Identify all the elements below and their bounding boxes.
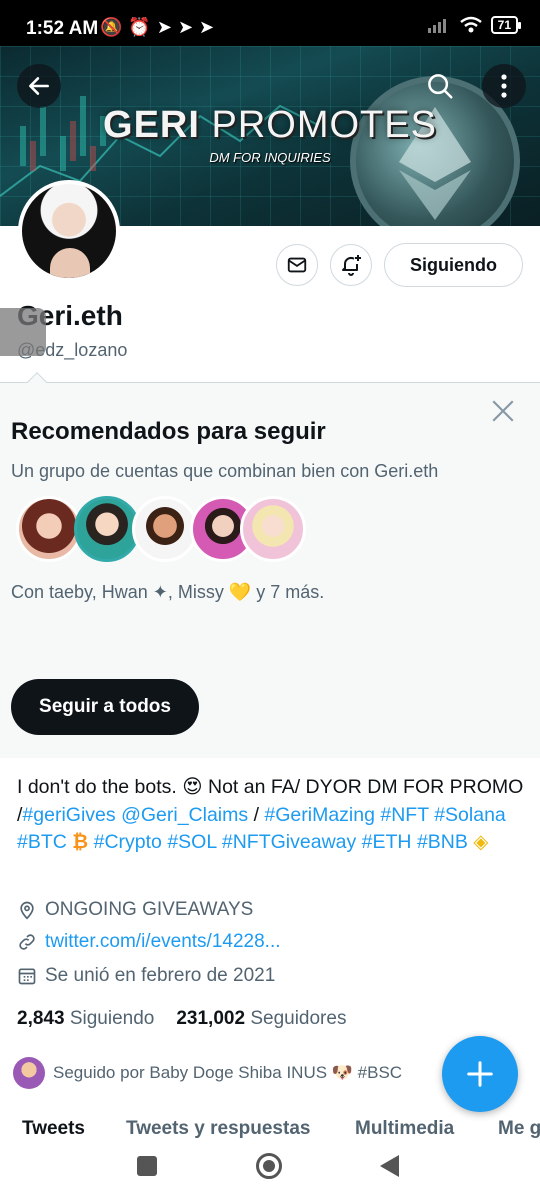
battery-icon: 71 [490,16,522,34]
message-button[interactable] [276,244,318,286]
website-link[interactable]: twitter.com/i/events/14228... [45,931,281,953]
tab-tweets-replies[interactable]: Tweets y respuestas [126,1118,310,1138]
hashtag-link[interactable]: #Solana [434,804,506,826]
floating-side-handle[interactable] [0,308,46,356]
notifications-button[interactable] [330,244,372,286]
avatar-figure [50,248,90,278]
back-nav-button[interactable] [380,1155,399,1177]
hashtag-link[interactable]: #NFTGiveaway [222,831,356,853]
hashtag-link[interactable]: #GeriMazing [264,804,375,826]
hashtag-link[interactable]: #SOL [167,831,216,853]
location-text: ONGOING GIVEAWAYS [45,899,254,920]
more-vertical-icon [501,74,507,98]
hashtag-link[interactable]: #NFT [380,804,428,826]
followers-label: Seguidores [250,1008,347,1029]
tab-likes[interactable]: Me gusta [498,1118,540,1138]
avatar [240,496,306,562]
arrow-left-icon [29,77,49,95]
telegram-icon: ➤ [156,17,172,37]
bio-separator: / [253,803,259,826]
following-count: 2,843 [17,1008,65,1029]
system-navigation-bar [0,1138,540,1200]
profile-stats: 2,843 Siguiendo 231,002 Seguidores [17,1008,346,1030]
recommendations-description: Un grupo de cuentas que combinan bien co… [11,461,439,481]
avatar [132,496,198,562]
link-icon [19,934,35,950]
close-icon [492,400,514,422]
telegram-icon: ➤ [177,17,194,37]
followed-by-row[interactable]: Seguido por Baby Doge Shiba INUS 🐶 #BSC [13,1057,402,1089]
bitcoin-icon: ₿ [72,831,89,853]
profile-location: ONGOING GIVEAWAYS [17,899,253,921]
recommendations-title: Recomendados para seguir [11,418,326,445]
profile-website: twitter.com/i/events/14228... [17,931,281,953]
tab-media[interactable]: Multimedia [355,1118,454,1138]
telegram-icon: ➤ [199,17,215,37]
plus-icon [467,1061,493,1087]
hashtag-link[interactable]: #BTC [17,831,67,853]
compose-tweet-button[interactable] [442,1036,518,1112]
followers-count: 231,002 [176,1008,246,1029]
hashtag-link[interactable]: #BNB [417,831,468,853]
close-recommendations-button[interactable] [490,398,516,424]
following-label: Siguiendo [69,1008,155,1029]
follow-all-button[interactable]: Seguir a todos [11,679,199,735]
profile-joined: Se unió en febrero de 2021 [17,965,275,987]
mention-link[interactable]: @Geri_Claims [121,804,248,826]
tab-tweets[interactable]: Tweets [22,1118,85,1138]
hashtag-link[interactable]: #Crypto [94,831,162,853]
followed-by-text: Seguido por Baby Doge Shiba INUS 🐶 #BSC [53,1063,403,1082]
signal-icon [427,19,446,33]
mute-icon: 🔕 [100,17,123,37]
profile-bio: I don't do the bots. 😍 Not an FA/ DYOR D… [17,774,527,857]
following-button[interactable]: Siguiendo [384,243,523,287]
recent-apps-button[interactable] [137,1156,157,1176]
banner-title-light: PROMOTES [211,104,437,146]
banner-subtitle: DM FOR INQUIRIES [209,150,331,165]
hashtag-link[interactable]: #geriGives [22,804,115,826]
wifi-icon [459,16,482,33]
calendar-icon [18,968,36,985]
avatar [13,1057,45,1089]
home-button[interactable] [256,1153,282,1179]
followers-stat[interactable]: 231,002 Seguidores [176,1008,346,1030]
alarm-icon: ⏰ [128,17,151,37]
recommendations-followed-by: Con taeby, Hwan ✦, Missy 💛 y 7 más. [11,582,325,602]
status-time: 1:52 AM [26,18,99,39]
more-options-button[interactable] [482,64,526,108]
recommended-avatars[interactable] [16,496,316,566]
back-button[interactable] [17,64,61,108]
joined-text: Se unió en febrero de 2021 [45,965,276,986]
hashtag-link[interactable]: #ETH [362,831,412,853]
following-stat[interactable]: 2,843 Siguiendo [17,1008,154,1030]
notification-icons: 🔕 ⏰ ➤ ➤ ➤ [100,17,214,38]
bell-plus-icon [342,255,361,276]
profile-tabs: Tweets Tweets y respuestas Multimedia Me… [0,1114,540,1138]
search-icon [428,74,453,99]
profile-avatar[interactable] [18,180,120,282]
avatar [16,496,82,562]
bnb-icon: ◈ [473,831,489,853]
avatar [74,496,140,562]
banner-title-bold: GERI [103,104,200,146]
location-pin-icon [20,901,34,920]
envelope-icon [287,257,307,273]
banner-title: GERI PROMOTES [0,104,540,147]
search-button[interactable] [418,64,462,108]
status-right: 71 [427,16,522,34]
